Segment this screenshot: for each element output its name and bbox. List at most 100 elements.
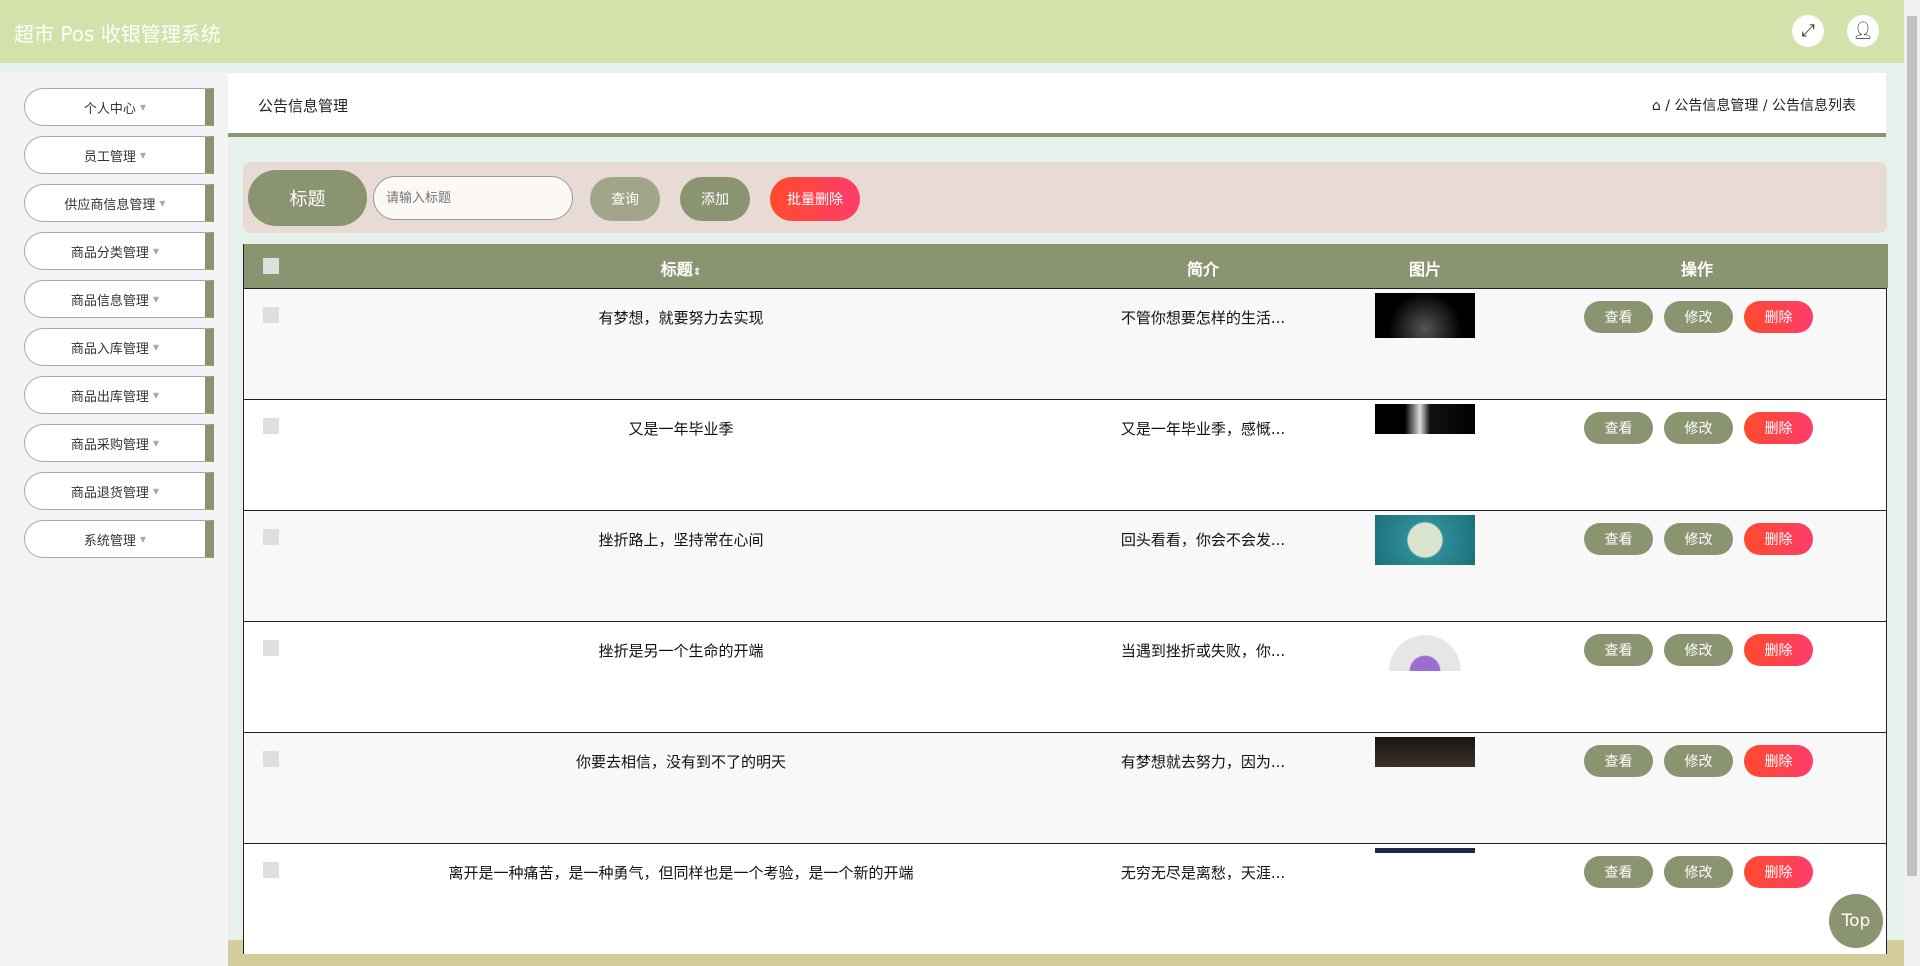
view-button[interactable]: 查看 — [1584, 523, 1653, 555]
table-header: 标题⇕ 简介 图片 操作 — [244, 244, 1888, 288]
row-image — [1375, 293, 1475, 338]
row-intro: 回头看看，你会不会发... — [1120, 531, 1286, 549]
sidebar-item[interactable]: 供应商信息管理 ▼ — [24, 184, 214, 222]
sidebar-item-label: 供应商信息管理 — [64, 197, 156, 213]
sidebar-item[interactable]: 员工管理 ▼ — [24, 136, 214, 174]
table-row: 挫折路上，坚持常在心间 回头看看，你会不会发... 查看 修改 删除 — [244, 510, 1886, 621]
sort-icon[interactable]: ⇕ — [693, 267, 701, 278]
caret-down-icon: ▼ — [139, 102, 147, 112]
row-title: 挫折路上，坚持常在心间 — [598, 531, 764, 549]
user-icon: 👤︎ — [1852, 21, 1874, 41]
sidebar-item[interactable]: 系统管理 ▼ — [24, 520, 214, 558]
delete-button[interactable]: 删除 — [1744, 856, 1813, 888]
view-button[interactable]: 查看 — [1584, 634, 1653, 666]
sidebar: 个人中心 ▼ 员工管理 ▼ 供应商信息管理 ▼ 商品分类管理 ▼ 商品信息管理 ▼ 商品入库管理 ▼ 商… — [0, 72, 228, 966]
scrollbar[interactable] — [1904, 0, 1920, 966]
row-title: 挫折是另一个生命的开端 — [598, 642, 764, 660]
scrollbar-thumb[interactable] — [1907, 16, 1917, 876]
notice-table: 标题⇕ 简介 图片 操作 有梦想，就要努力去实现 不管你想要怎样的生活... 查… — [243, 244, 1888, 954]
row-checkbox[interactable] — [263, 862, 279, 878]
edit-button[interactable]: 修改 — [1664, 412, 1733, 444]
edit-button[interactable]: 修改 — [1664, 301, 1733, 333]
column-title[interactable]: 标题⇕ — [661, 256, 701, 280]
row-title: 又是一年毕业季 — [628, 420, 734, 438]
sidebar-item[interactable]: 商品分类管理 ▼ — [24, 232, 214, 270]
breadcrumb-item: 公告信息列表 — [1772, 98, 1856, 114]
row-title: 有梦想，就要努力去实现 — [598, 309, 764, 327]
view-button[interactable]: 查看 — [1584, 412, 1653, 444]
fullscreen-button[interactable]: ⤢ — [1792, 15, 1824, 47]
row-checkbox[interactable] — [263, 751, 279, 767]
row-checkbox[interactable] — [263, 418, 279, 434]
row-checkbox[interactable] — [263, 307, 279, 323]
row-checkbox[interactable] — [263, 640, 279, 656]
sidebar-item-label: 商品信息管理 — [70, 293, 149, 309]
column-image: 图片 — [1408, 260, 1442, 279]
caret-down-icon: ▼ — [139, 150, 147, 160]
table-row: 有梦想，就要努力去实现 不管你想要怎样的生活... 查看 修改 删除 — [244, 288, 1886, 399]
sidebar-item[interactable]: 商品退货管理 ▼ — [24, 472, 214, 510]
caret-down-icon: ▼ — [152, 390, 160, 400]
delete-button[interactable]: 删除 — [1744, 745, 1813, 777]
edit-button[interactable]: 修改 — [1664, 523, 1733, 555]
row-image — [1387, 626, 1463, 671]
sidebar-item-label: 个人中心 — [83, 101, 136, 117]
sidebar-item[interactable]: 个人中心 ▼ — [24, 88, 214, 126]
edit-button[interactable]: 修改 — [1664, 634, 1733, 666]
caret-down-icon: ▼ — [139, 534, 147, 544]
title-search-input[interactable] — [373, 176, 573, 220]
search-bar: 标题 查询 添加 批量删除 — [243, 162, 1887, 233]
sidebar-item-label: 商品退货管理 — [70, 485, 149, 501]
view-button[interactable]: 查看 — [1584, 856, 1653, 888]
table-row: 挫折是另一个生命的开端 当遇到挫折或失败，你... 查看 修改 删除 — [244, 621, 1886, 732]
user-button[interactable]: 👤︎ — [1847, 15, 1879, 47]
row-intro: 无穷无尽是离愁，天涯... — [1120, 864, 1286, 882]
row-title: 离开是一种痛苦，是一种勇气，但同样也是一个考验，是一个新的开端 — [448, 864, 914, 882]
delete-button[interactable]: 删除 — [1744, 523, 1813, 555]
table-row: 你要去相信，没有到不了的明天 有梦想就去努力，因为... 查看 修改 删除 — [244, 732, 1886, 843]
breadcrumb: ⌂ / 公告信息管理 / 公告信息列表 — [1651, 98, 1856, 114]
edit-button[interactable]: 修改 — [1664, 745, 1733, 777]
expand-icon: ⤢ — [1801, 21, 1815, 41]
row-intro: 当遇到挫折或失败，你... — [1120, 642, 1286, 660]
sidebar-item-label: 商品分类管理 — [70, 245, 149, 261]
table-row: 离开是一种痛苦，是一种勇气，但同样也是一个考验，是一个新的开端 无穷无尽是离愁，… — [244, 843, 1886, 954]
sidebar-item[interactable]: 商品信息管理 ▼ — [24, 280, 214, 318]
edit-button[interactable]: 修改 — [1664, 856, 1733, 888]
row-image — [1375, 737, 1475, 767]
top-header: 超市 Pos 收银管理系统 ⤢ 👤︎ — [0, 0, 1904, 63]
delete-button[interactable]: 删除 — [1744, 301, 1813, 333]
batch-delete-button[interactable]: 批量删除 — [770, 177, 860, 221]
sidebar-item[interactable]: 商品入库管理 ▼ — [24, 328, 214, 366]
sidebar-item[interactable]: 商品出库管理 ▼ — [24, 376, 214, 414]
caret-down-icon: ▼ — [152, 486, 160, 496]
view-button[interactable]: 查看 — [1584, 301, 1653, 333]
table-row: 又是一年毕业季 又是一年毕业季，感慨... 查看 修改 删除 — [244, 399, 1886, 510]
caret-down-icon: ▼ — [152, 294, 160, 304]
page-title: 公告信息管理 — [258, 97, 349, 115]
view-button[interactable]: 查看 — [1584, 745, 1653, 777]
delete-button[interactable]: 删除 — [1744, 634, 1813, 666]
caret-down-icon: ▼ — [152, 342, 160, 352]
sidebar-item-label: 商品入库管理 — [70, 341, 149, 357]
caret-down-icon: ▼ — [152, 438, 160, 448]
back-to-top-button[interactable]: Top — [1829, 894, 1883, 948]
column-actions: 操作 — [1680, 260, 1714, 279]
row-checkbox[interactable] — [263, 529, 279, 545]
row-intro: 有梦想就去努力，因为... — [1120, 753, 1286, 771]
delete-button[interactable]: 删除 — [1744, 412, 1813, 444]
sidebar-item-label: 系统管理 — [83, 533, 136, 549]
sidebar-item-label: 员工管理 — [83, 149, 136, 165]
home-icon[interactable]: ⌂ — [1652, 98, 1661, 114]
row-image — [1375, 848, 1475, 853]
add-button[interactable]: 添加 — [680, 177, 750, 221]
row-image — [1375, 404, 1475, 434]
query-button[interactable]: 查询 — [590, 177, 660, 221]
app-title: 超市 Pos 收银管理系统 — [14, 22, 221, 46]
select-all-checkbox[interactable] — [263, 258, 279, 274]
breadcrumb-item[interactable]: 公告信息管理 — [1674, 98, 1758, 114]
row-image — [1375, 515, 1475, 565]
title-bar: 公告信息管理 ⌂ / 公告信息管理 / 公告信息列表 — [228, 73, 1886, 137]
sidebar-item[interactable]: 商品采购管理 ▼ — [24, 424, 214, 462]
search-label: 标题 — [248, 170, 367, 226]
